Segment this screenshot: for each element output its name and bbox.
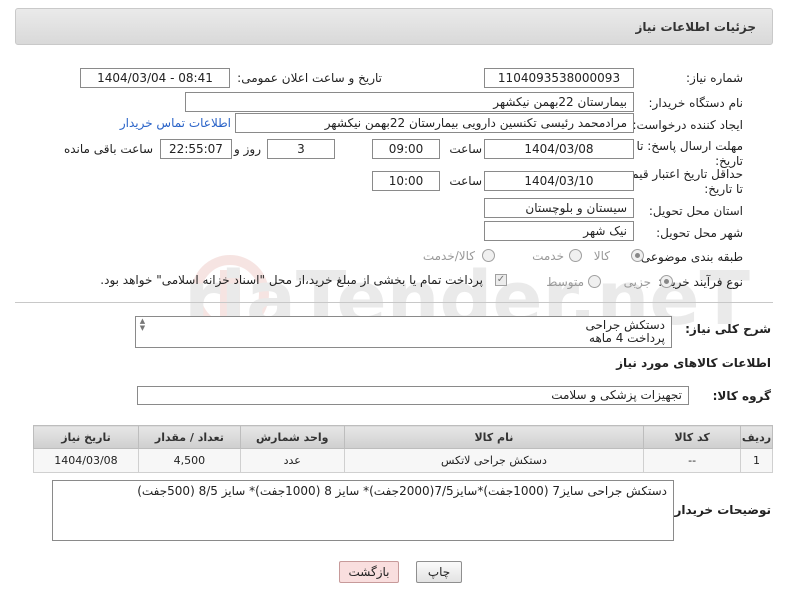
col-date: تاریخ نیاز	[33, 425, 139, 449]
need-number-label: شماره نیاز:	[686, 71, 743, 85]
delivery-province-field: سیستان و بلوچستان	[484, 198, 634, 218]
reply-deadline-days: 3	[267, 139, 335, 159]
cell-date: 1404/03/08	[33, 448, 139, 473]
process-partial-radio[interactable]	[660, 275, 673, 288]
buyer-org-label: نام دستگاه خریدار:	[648, 96, 744, 110]
remaining-time-label: ساعت باقی مانده	[63, 142, 153, 156]
price-validity-time: 10:00	[372, 171, 440, 191]
category-goods-service-label: کالا/خدمت	[422, 249, 475, 263]
goods-group-field: تجهیزات پزشکی و سلامت	[137, 386, 689, 405]
goods-group-label: گروه کالا:	[712, 389, 771, 403]
description-textarea[interactable]: دستکش جراحی پرداخت 4 ماهه	[135, 316, 672, 348]
panel-title: جزئیات اطلاعات نیاز	[635, 20, 756, 34]
back-button[interactable]: بازگشت	[339, 561, 399, 583]
buyer-org-field: بیمارستان 22بهمن نیکشهر	[185, 92, 634, 112]
process-medium-label: متوسط	[546, 275, 584, 289]
col-qty: تعداد / مقدار	[137, 425, 241, 449]
cell-row: 1	[740, 448, 773, 473]
category-service-radio[interactable]	[569, 249, 582, 262]
process-partial-label: جزیی	[623, 275, 651, 289]
print-button[interactable]: چاپ	[416, 561, 462, 583]
col-unit: واحد شمارش	[239, 425, 345, 449]
need-number-field: 1104093538000093	[484, 68, 634, 88]
goods-section-title: اطلاعات کالاهای مورد نیاز	[616, 356, 771, 370]
category-service-label: خدمت	[532, 249, 564, 263]
requester-label: ایجاد کننده درخواست:	[632, 118, 743, 132]
delivery-province-label: استان محل تحویل:	[648, 204, 743, 218]
price-validity-time-label: ساعت	[449, 174, 482, 188]
treasury-payment-note: پرداخت تمام یا بخشی از مبلغ خرید،از محل …	[100, 273, 483, 287]
category-label: طبقه بندی موضوعی:	[636, 250, 743, 264]
description-line-1: دستکش جراحی	[585, 318, 665, 332]
category-goods-radio[interactable]	[631, 249, 644, 262]
days-label: روز و	[234, 142, 261, 156]
goods-table-header: ردیف کد کالا نام کالا واحد شمارش تعداد /…	[33, 425, 773, 449]
reply-deadline-time-label: ساعت	[449, 142, 482, 156]
cell-code: --	[643, 448, 742, 473]
remaining-time-field: 22:55:07	[160, 139, 232, 159]
details-panel-header: جزئیات اطلاعات نیاز	[15, 8, 773, 45]
buyer-notes-textarea[interactable]: دستکش جراحی سایز7 (1000جفت)*سایز7/5(2000…	[52, 480, 674, 541]
announce-datetime-field: 1404/03/04 - 08:41	[80, 68, 230, 88]
section-divider	[15, 302, 773, 303]
delivery-city-label: شهر محل تحویل:	[656, 226, 743, 240]
price-validity-date: 1404/03/10	[484, 171, 634, 191]
reply-deadline-date: 1404/03/08	[484, 139, 634, 159]
description-label: شرح کلی نیاز:	[685, 322, 771, 336]
col-row: ردیف	[740, 425, 773, 449]
process-medium-radio[interactable]	[588, 275, 601, 288]
col-code: کد کالا	[643, 425, 742, 449]
scroll-arrows-icon[interactable]: ▲ ▼	[137, 318, 148, 332]
requester-field: مرادمحمد رئیسی تکنسین دارویی بیمارستان 2…	[235, 113, 634, 133]
buyer-notes-label: توضیحات خریدار:	[669, 503, 771, 517]
buyer-contact-link[interactable]: اطلاعات تماس خریدار	[120, 116, 231, 130]
reply-deadline-time: 09:00	[372, 139, 440, 159]
col-name: نام کالا	[343, 425, 645, 449]
reply-deadline-label: مهلت ارسال پاسخ: تا تاریخ:	[636, 139, 743, 168]
description-line-2: پرداخت 4 ماهه	[589, 331, 665, 345]
category-goods-service-radio[interactable]	[482, 249, 495, 262]
table-row[interactable]: 1 -- دستکش جراحی لاتکس عدد 4,500 1404/03…	[33, 448, 773, 473]
delivery-city-field: نیک شهر	[484, 221, 634, 241]
announce-datetime-label: تاریخ و ساعت اعلان عمومی:	[237, 71, 382, 85]
treasury-payment-checkbox[interactable]: ✓	[495, 274, 507, 286]
category-goods-label: کالا	[593, 249, 610, 263]
goods-table: ردیف کد کالا نام کالا واحد شمارش تعداد /…	[33, 425, 773, 473]
cell-name: دستکش جراحی لاتکس	[343, 448, 645, 473]
cell-qty: 4,500	[137, 448, 241, 473]
cell-unit: عدد	[239, 448, 345, 473]
